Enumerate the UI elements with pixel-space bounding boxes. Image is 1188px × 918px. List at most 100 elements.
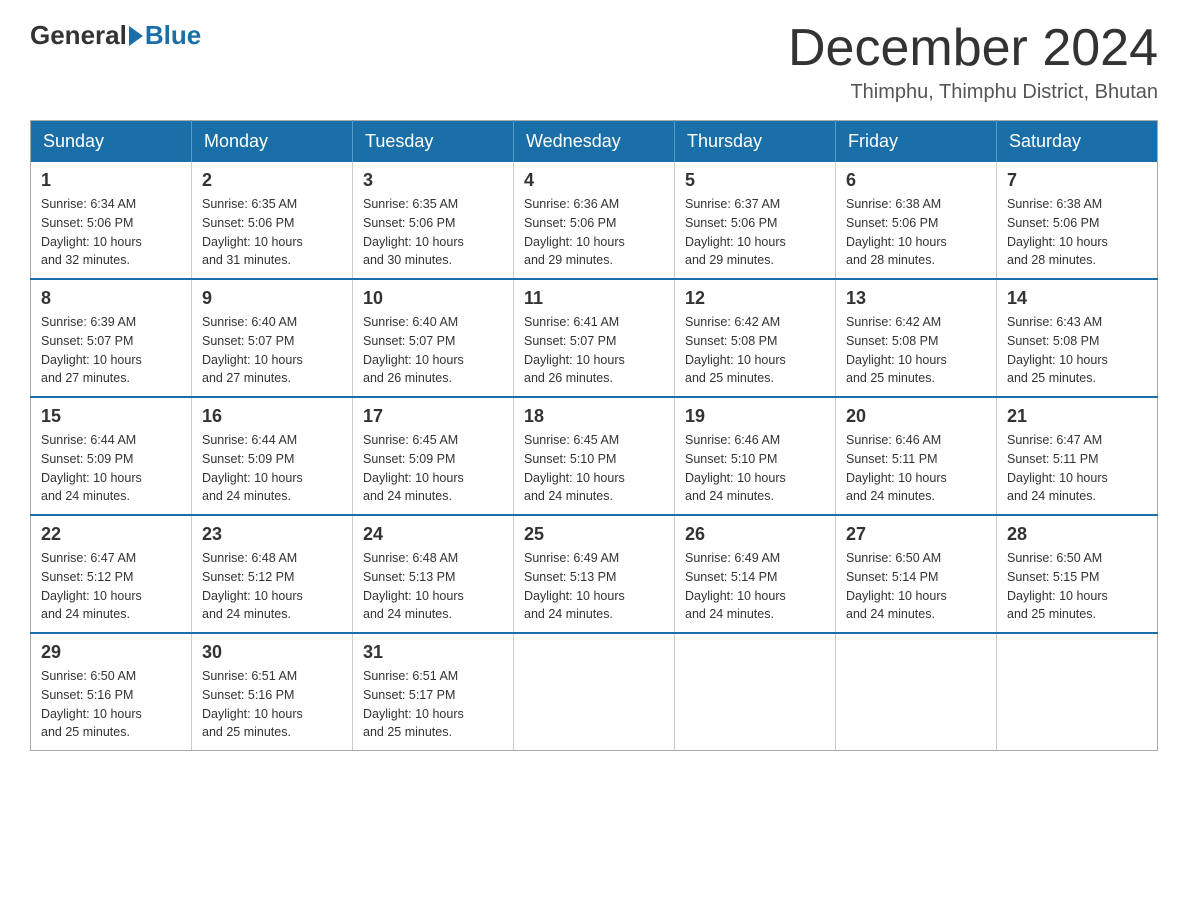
calendar-day-header: Saturday [997,121,1158,163]
calendar-day-header: Tuesday [353,121,514,163]
day-number: 17 [363,406,503,427]
calendar-cell [836,633,997,751]
day-info: Sunrise: 6:42 AMSunset: 5:08 PMDaylight:… [846,313,986,388]
day-info: Sunrise: 6:45 AMSunset: 5:09 PMDaylight:… [363,431,503,506]
day-number: 7 [1007,170,1147,191]
location-title: Thimphu, Thimphu District, Bhutan [788,81,1158,104]
day-number: 4 [524,170,664,191]
logo-blue: Blue [145,20,201,51]
day-info: Sunrise: 6:51 AMSunset: 5:17 PMDaylight:… [363,667,503,742]
calendar-cell: 7 Sunrise: 6:38 AMSunset: 5:06 PMDayligh… [997,162,1158,279]
day-info: Sunrise: 6:38 AMSunset: 5:06 PMDaylight:… [1007,195,1147,270]
calendar-week-row: 8 Sunrise: 6:39 AMSunset: 5:07 PMDayligh… [31,279,1158,397]
day-number: 28 [1007,524,1147,545]
day-number: 12 [685,288,825,309]
calendar-cell: 4 Sunrise: 6:36 AMSunset: 5:06 PMDayligh… [514,162,675,279]
day-info: Sunrise: 6:50 AMSunset: 5:15 PMDaylight:… [1007,549,1147,624]
day-number: 5 [685,170,825,191]
day-number: 18 [524,406,664,427]
day-number: 2 [202,170,342,191]
day-info: Sunrise: 6:49 AMSunset: 5:14 PMDaylight:… [685,549,825,624]
day-number: 21 [1007,406,1147,427]
logo-text: General Blue [30,20,201,51]
calendar-cell: 6 Sunrise: 6:38 AMSunset: 5:06 PMDayligh… [836,162,997,279]
calendar-cell: 8 Sunrise: 6:39 AMSunset: 5:07 PMDayligh… [31,279,192,397]
calendar-cell: 24 Sunrise: 6:48 AMSunset: 5:13 PMDaylig… [353,515,514,633]
day-info: Sunrise: 6:41 AMSunset: 5:07 PMDaylight:… [524,313,664,388]
calendar-cell: 16 Sunrise: 6:44 AMSunset: 5:09 PMDaylig… [192,397,353,515]
day-number: 19 [685,406,825,427]
calendar-cell: 15 Sunrise: 6:44 AMSunset: 5:09 PMDaylig… [31,397,192,515]
day-info: Sunrise: 6:35 AMSunset: 5:06 PMDaylight:… [202,195,342,270]
calendar-cell: 14 Sunrise: 6:43 AMSunset: 5:08 PMDaylig… [997,279,1158,397]
day-info: Sunrise: 6:46 AMSunset: 5:11 PMDaylight:… [846,431,986,506]
calendar-week-row: 15 Sunrise: 6:44 AMSunset: 5:09 PMDaylig… [31,397,1158,515]
day-number: 8 [41,288,181,309]
calendar-cell: 20 Sunrise: 6:46 AMSunset: 5:11 PMDaylig… [836,397,997,515]
calendar-cell: 9 Sunrise: 6:40 AMSunset: 5:07 PMDayligh… [192,279,353,397]
day-number: 26 [685,524,825,545]
day-number: 30 [202,642,342,663]
calendar-cell: 23 Sunrise: 6:48 AMSunset: 5:12 PMDaylig… [192,515,353,633]
calendar-cell: 30 Sunrise: 6:51 AMSunset: 5:16 PMDaylig… [192,633,353,751]
calendar-cell: 21 Sunrise: 6:47 AMSunset: 5:11 PMDaylig… [997,397,1158,515]
day-number: 27 [846,524,986,545]
day-info: Sunrise: 6:37 AMSunset: 5:06 PMDaylight:… [685,195,825,270]
calendar-cell: 22 Sunrise: 6:47 AMSunset: 5:12 PMDaylig… [31,515,192,633]
calendar-cell: 18 Sunrise: 6:45 AMSunset: 5:10 PMDaylig… [514,397,675,515]
day-info: Sunrise: 6:45 AMSunset: 5:10 PMDaylight:… [524,431,664,506]
calendar-cell: 31 Sunrise: 6:51 AMSunset: 5:17 PMDaylig… [353,633,514,751]
calendar-cell: 17 Sunrise: 6:45 AMSunset: 5:09 PMDaylig… [353,397,514,515]
day-info: Sunrise: 6:42 AMSunset: 5:08 PMDaylight:… [685,313,825,388]
day-number: 22 [41,524,181,545]
calendar-cell: 3 Sunrise: 6:35 AMSunset: 5:06 PMDayligh… [353,162,514,279]
title-section: December 2024 Thimphu, Thimphu District,… [788,20,1158,104]
day-info: Sunrise: 6:48 AMSunset: 5:12 PMDaylight:… [202,549,342,624]
calendar-week-row: 1 Sunrise: 6:34 AMSunset: 5:06 PMDayligh… [31,162,1158,279]
day-info: Sunrise: 6:36 AMSunset: 5:06 PMDaylight:… [524,195,664,270]
day-number: 24 [363,524,503,545]
day-info: Sunrise: 6:46 AMSunset: 5:10 PMDaylight:… [685,431,825,506]
day-info: Sunrise: 6:34 AMSunset: 5:06 PMDaylight:… [41,195,181,270]
calendar-cell: 12 Sunrise: 6:42 AMSunset: 5:08 PMDaylig… [675,279,836,397]
month-title: December 2024 [788,20,1158,77]
calendar-cell [675,633,836,751]
day-number: 15 [41,406,181,427]
calendar-cell [997,633,1158,751]
calendar-cell [514,633,675,751]
page-header: General Blue December 2024 Thimphu, Thim… [30,20,1158,104]
calendar-day-header: Monday [192,121,353,163]
day-info: Sunrise: 6:44 AMSunset: 5:09 PMDaylight:… [41,431,181,506]
day-info: Sunrise: 6:40 AMSunset: 5:07 PMDaylight:… [363,313,503,388]
day-number: 29 [41,642,181,663]
calendar-cell: 25 Sunrise: 6:49 AMSunset: 5:13 PMDaylig… [514,515,675,633]
calendar-cell: 27 Sunrise: 6:50 AMSunset: 5:14 PMDaylig… [836,515,997,633]
calendar-cell: 26 Sunrise: 6:49 AMSunset: 5:14 PMDaylig… [675,515,836,633]
day-number: 31 [363,642,503,663]
day-info: Sunrise: 6:49 AMSunset: 5:13 PMDaylight:… [524,549,664,624]
day-number: 9 [202,288,342,309]
day-number: 25 [524,524,664,545]
logo-general: General [30,20,127,51]
calendar-cell: 2 Sunrise: 6:35 AMSunset: 5:06 PMDayligh… [192,162,353,279]
calendar-cell: 29 Sunrise: 6:50 AMSunset: 5:16 PMDaylig… [31,633,192,751]
day-number: 3 [363,170,503,191]
calendar-cell: 28 Sunrise: 6:50 AMSunset: 5:15 PMDaylig… [997,515,1158,633]
day-number: 13 [846,288,986,309]
day-number: 20 [846,406,986,427]
calendar-week-row: 29 Sunrise: 6:50 AMSunset: 5:16 PMDaylig… [31,633,1158,751]
day-info: Sunrise: 6:43 AMSunset: 5:08 PMDaylight:… [1007,313,1147,388]
day-info: Sunrise: 6:47 AMSunset: 5:12 PMDaylight:… [41,549,181,624]
day-info: Sunrise: 6:51 AMSunset: 5:16 PMDaylight:… [202,667,342,742]
day-info: Sunrise: 6:50 AMSunset: 5:16 PMDaylight:… [41,667,181,742]
day-number: 14 [1007,288,1147,309]
calendar-cell: 13 Sunrise: 6:42 AMSunset: 5:08 PMDaylig… [836,279,997,397]
day-info: Sunrise: 6:40 AMSunset: 5:07 PMDaylight:… [202,313,342,388]
day-info: Sunrise: 6:44 AMSunset: 5:09 PMDaylight:… [202,431,342,506]
day-number: 1 [41,170,181,191]
logo: General Blue [30,20,201,51]
day-number: 6 [846,170,986,191]
day-info: Sunrise: 6:47 AMSunset: 5:11 PMDaylight:… [1007,431,1147,506]
day-info: Sunrise: 6:39 AMSunset: 5:07 PMDaylight:… [41,313,181,388]
calendar-table: SundayMondayTuesdayWednesdayThursdayFrid… [30,120,1158,751]
